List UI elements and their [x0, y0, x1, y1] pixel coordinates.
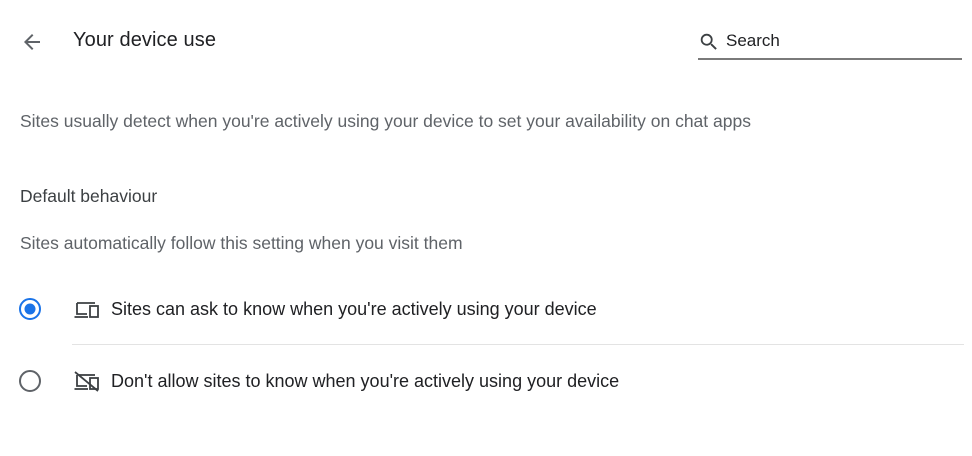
- option-block[interactable]: Don't allow sites to know when you're ac…: [16, 359, 966, 403]
- back-button[interactable]: [14, 26, 50, 58]
- option-allow[interactable]: Sites can ask to know when you're active…: [16, 287, 966, 331]
- page-description: Sites usually detect when you're activel…: [20, 111, 751, 131]
- search-box[interactable]: [698, 26, 962, 60]
- option-label: Sites can ask to know when you're active…: [111, 299, 597, 319]
- radio-unselected-icon[interactable]: [18, 369, 42, 393]
- section-subtitle: Sites automatically follow this setting …: [20, 233, 463, 253]
- devices-icon: [74, 302, 99, 318]
- section-heading: Default behaviour: [20, 186, 158, 206]
- divider: [72, 344, 964, 345]
- arrow-back-icon: [24, 34, 40, 50]
- option-label: Don't allow sites to know when you're ac…: [111, 371, 620, 391]
- search-icon: [700, 33, 717, 50]
- devices-off-icon: [74, 371, 99, 392]
- search-input[interactable]: [726, 28, 956, 54]
- page-title: Your device use: [73, 29, 217, 51]
- radio-selected-icon[interactable]: [18, 297, 42, 321]
- page-header: Your device use: [0, 0, 972, 84]
